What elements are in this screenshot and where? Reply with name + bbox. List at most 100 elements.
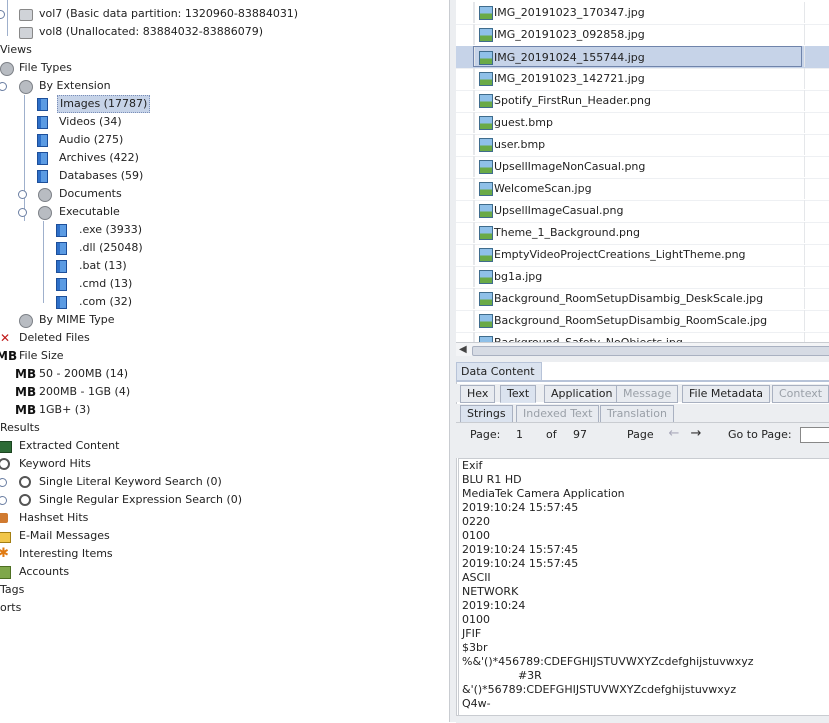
table-row[interactable]: WelcomeScan.jpg <box>456 178 829 201</box>
total-pages: 97 <box>573 428 587 441</box>
tree-item-documents[interactable]: Documents <box>0 185 124 203</box>
tree-item-size-200-1g[interactable]: MB 200MB - 1GB (4) <box>0 383 132 401</box>
tree-item-email[interactable]: E-Mail Messages <box>0 527 112 545</box>
tree-item-audio[interactable]: Audio (275) <box>0 131 125 149</box>
tree-panel: vol7 (Basic data partition: 1320960-8388… <box>0 0 449 722</box>
expand-handle[interactable] <box>0 82 7 91</box>
tree-item-videos[interactable]: Videos (34) <box>0 113 124 131</box>
tree-item-regex-search[interactable]: Single Regular Expression Search (0) <box>0 491 244 509</box>
tree-item-databases[interactable]: Databases (59) <box>0 167 145 185</box>
tab-hex[interactable]: Hex <box>460 385 496 403</box>
file-name-cell: UpsellImageNonCasual.png <box>473 156 802 177</box>
table-cell <box>804 310 829 331</box>
tree-item-size-50-200[interactable]: MB 50 - 200MB (14) <box>0 365 130 383</box>
tree-item-archives[interactable]: Archives (422) <box>0 149 141 167</box>
tab-context[interactable]: Context <box>772 385 829 403</box>
tab-application[interactable]: Application <box>544 385 620 403</box>
tree-item-extracted[interactable]: Extracted Content <box>0 437 121 455</box>
text-line: 0220 <box>462 515 490 528</box>
tab-file-metadata[interactable]: File Metadata <box>682 385 770 403</box>
tree-label: By MIME Type <box>39 313 115 326</box>
tree-item-views[interactable]: Views <box>0 41 34 59</box>
table-row[interactable]: bg1a.jpg <box>456 266 829 289</box>
expand-handle[interactable] <box>0 10 5 19</box>
tree-item-executable[interactable]: Executable <box>0 203 122 221</box>
file-name-cell: IMG_20191023_142721.jpg <box>473 68 802 89</box>
tree-label: Tags <box>0 583 25 596</box>
text-line: %&'()*456789:CDEFGHIJSTUVWXYZcdefghijstu… <box>462 655 754 668</box>
tree-item-deleted[interactable]: ✕ Deleted Files <box>0 329 92 347</box>
goto-page-input[interactable] <box>800 427 829 443</box>
file-type-icon <box>37 134 48 147</box>
expand-handle[interactable] <box>18 190 27 199</box>
table-row[interactable]: Spotify_FirstRun_Header.png <box>456 90 829 113</box>
text-line: 2019:10:24 15:57:45 <box>462 543 579 556</box>
table-cell <box>804 222 829 243</box>
strings-text-area[interactable]: Exif BLU R1 HD MediaTek Camera Application… <box>458 458 829 716</box>
tree-item-interesting[interactable]: ✱ Interesting Items <box>0 545 115 563</box>
table-row[interactable]: IMG_20191024_155744.jpg <box>456 46 829 69</box>
tab-message[interactable]: Message <box>616 385 679 403</box>
table-row[interactable]: IMG_20191023_170347.jpg <box>456 2 829 25</box>
table-row[interactable]: IMG_20191023_092858.jpg <box>456 24 829 47</box>
file-name-cell: IMG_20191024_155744.jpg <box>473 46 802 67</box>
tab-indexed-text[interactable]: Indexed Text <box>516 405 600 423</box>
text-line: MediaTek Camera Application <box>462 487 625 500</box>
text-line: NETWORK <box>462 585 519 598</box>
viewer-tabs: Hex Text Application Message File Metada… <box>456 384 829 403</box>
tree-label: .bat (13) <box>79 259 127 272</box>
tree-item-cmd[interactable]: .cmd (13) <box>0 275 134 293</box>
gear-icon <box>38 188 52 202</box>
tree-item-size-1g-plus[interactable]: MB 1GB+ (3) <box>0 401 92 419</box>
image-file-icon <box>479 116 493 130</box>
tree-item-file-types[interactable]: File Types <box>0 59 74 77</box>
image-file-icon <box>479 94 493 108</box>
table-cell <box>804 156 829 177</box>
tree-label: .com (32) <box>79 295 133 308</box>
prev-page-icon[interactable]: ← <box>666 426 682 442</box>
tree-item-vol8[interactable]: vol8 (Unallocated: 83884032-83886079) <box>0 23 265 41</box>
tree-item-literal-search[interactable]: Single Literal Keyword Search (0) <box>0 473 224 491</box>
table-row[interactable]: Background_RoomSetupDisambig_DeskScale.j… <box>456 288 829 311</box>
table-row[interactable]: UpsellImageCasual.png <box>456 200 829 223</box>
tree-item-by-mime[interactable]: By MIME Type <box>0 311 117 329</box>
image-file-icon <box>479 138 493 152</box>
text-subtabs: Strings Indexed Text Translation <box>456 404 829 423</box>
tree-item-reports[interactable]: orts <box>0 599 23 617</box>
tree-item-tags[interactable]: Tags <box>0 581 26 599</box>
scrollbar-thumb[interactable] <box>472 346 829 356</box>
expand-handle[interactable] <box>0 478 7 487</box>
tree-item-hashset[interactable]: Hashset Hits <box>0 509 90 527</box>
tree-item-by-extension[interactable]: By Extension <box>0 77 113 95</box>
tree-item-file-size[interactable]: MB File Size <box>0 347 65 365</box>
tree-label: Accounts <box>19 565 70 578</box>
expand-handle[interactable] <box>0 496 7 505</box>
table-row[interactable]: EmptyVideoProjectCreations_LightTheme.pn… <box>456 244 829 267</box>
tree-item-exe[interactable]: .exe (3933) <box>0 221 144 239</box>
tree-item-keyword-hits[interactable]: Keyword Hits <box>0 455 93 473</box>
table-row[interactable]: Background_RoomSetupDisambig_RoomScale.j… <box>456 310 829 333</box>
table-row[interactable]: UpsellImageNonCasual.png <box>456 156 829 179</box>
tab-strings[interactable]: Strings <box>460 405 513 423</box>
tab-translation[interactable]: Translation <box>600 405 674 423</box>
table-row[interactable]: user.bmp <box>456 134 829 157</box>
tree-item-vol7[interactable]: vol7 (Basic data partition: 1320960-8388… <box>0 5 300 23</box>
tree-item-images[interactable]: Images (17787) <box>0 95 151 113</box>
table-row[interactable]: Background_Safety_NoObjects.jpg <box>456 332 829 342</box>
tree-item-dll[interactable]: .dll (25048) <box>0 239 145 257</box>
scroll-left-icon[interactable]: ◀ <box>459 344 467 355</box>
table-row[interactable]: guest.bmp <box>456 112 829 135</box>
tree-item-results[interactable]: Results <box>0 419 42 437</box>
tree-label: vol8 (Unallocated: 83884032-83886079) <box>39 25 263 38</box>
table-row[interactable]: Theme_1_Background.png <box>456 222 829 245</box>
file-name: WelcomeScan.jpg <box>494 182 592 195</box>
expand-handle[interactable] <box>18 208 27 217</box>
image-file-icon <box>479 182 493 196</box>
table-row[interactable]: IMG_20191023_142721.jpg <box>456 68 829 91</box>
tree-label: Views <box>0 43 32 56</box>
tree-item-bat[interactable]: .bat (13) <box>0 257 129 275</box>
tree-item-com[interactable]: .com (32) <box>0 293 134 311</box>
tree-item-accounts[interactable]: Accounts <box>0 563 71 581</box>
tab-text[interactable]: Text <box>500 385 537 403</box>
next-page-icon[interactable]: → <box>688 426 704 442</box>
